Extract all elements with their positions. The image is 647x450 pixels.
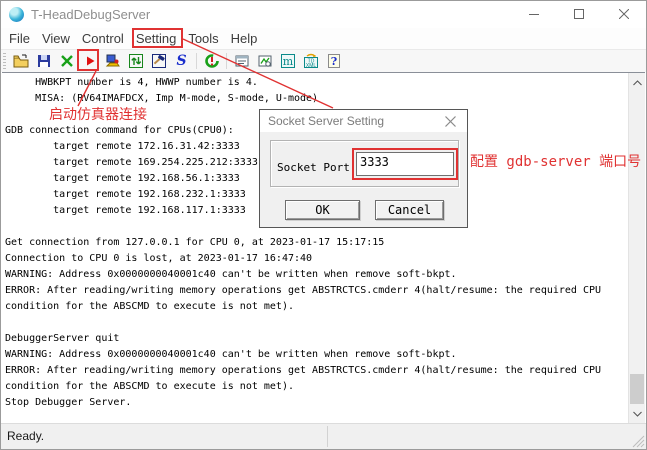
scroll-down-button[interactable] [629, 405, 646, 422]
chevron-up-icon [633, 80, 642, 86]
log-line: Get connection from 127.0.0.1 for CPU 0,… [5, 235, 627, 251]
step-button[interactable]: S [170, 51, 193, 72]
menu-file[interactable]: File [3, 28, 36, 49]
connect-icon [105, 53, 121, 69]
app-icon [9, 7, 24, 22]
vertical-scrollbar[interactable] [628, 73, 645, 423]
socket-server-setting-dialog: Socket Server Setting Socket Port: 3333 … [259, 109, 468, 228]
properties-button[interactable] [230, 51, 253, 72]
menu-tools[interactable]: Tools [182, 28, 224, 49]
maximize-icon [574, 9, 584, 19]
close-icon [445, 116, 456, 127]
resize-grip[interactable] [632, 435, 645, 448]
log-line [5, 315, 627, 331]
window-title: T-HeadDebugServer [31, 7, 150, 22]
memory-button[interactable]: m [276, 51, 299, 72]
open-button[interactable] [9, 51, 32, 72]
stop-button[interactable] [55, 51, 78, 72]
log-line: WARNING: Address 0x0000000040001c40 can'… [5, 267, 627, 283]
log-line: condition for the ABSCMD to execute is n… [5, 299, 627, 315]
menu-control[interactable]: Control [76, 28, 130, 49]
log-line: ERROR: After reading/writing memory oper… [5, 283, 627, 299]
help-button[interactable]: ? [322, 51, 345, 72]
log-line: condition for the ABSCMD to execute is n… [5, 379, 627, 395]
debug-circle-icon [204, 53, 220, 69]
log-line: DebuggerServer quit [5, 331, 627, 347]
stop-x-icon [60, 54, 74, 68]
hammer-icon [151, 53, 167, 69]
open-folder-icon [13, 53, 29, 69]
svg-text:?: ? [330, 55, 336, 68]
caption-buttons [511, 1, 646, 27]
log-line: MISA: (RV64IMAFDCX, Imp M-mode, S-mode, … [5, 91, 627, 107]
xml-convert-button[interactable]: TD XML [299, 51, 322, 72]
log-line: Connection to CPU 0 is lost, at 2023-01-… [5, 251, 627, 267]
toolbar-gripper[interactable] [3, 53, 6, 69]
menu-setting[interactable]: Setting [130, 28, 182, 49]
socket-port-input[interactable]: 3333 [356, 152, 454, 176]
run-button[interactable] [78, 51, 101, 72]
log-line: WARNING: Address 0x0000000040001c40 can'… [5, 347, 627, 363]
menu-bar: File View Control Setting Tools Help [1, 28, 646, 49]
debug-button[interactable] [200, 51, 223, 72]
status-text: Ready. [7, 429, 44, 443]
annotation-note-port: 配置 gdb-server 端口号 [470, 151, 641, 171]
toolbar-separator [226, 53, 227, 69]
chevron-down-icon [633, 411, 642, 417]
ok-button[interactable]: OK [285, 200, 360, 220]
scroll-up-button[interactable] [629, 74, 646, 91]
log-line: Stop Debugger Server. [5, 395, 627, 411]
run-play-icon [83, 54, 97, 68]
status-divider [327, 426, 328, 447]
dialog-title-bar: Socket Server Setting [260, 110, 467, 132]
toolbar-separator [196, 53, 197, 69]
properties-icon [234, 53, 250, 69]
log-line: ERROR: After reading/writing memory oper… [5, 363, 627, 379]
menu-view[interactable]: View [36, 28, 76, 49]
save-floppy-icon [36, 53, 52, 69]
step-s-icon: S [176, 54, 186, 68]
title-bar: T-HeadDebugServer [1, 1, 646, 28]
annotation-box-port: 3333 [352, 148, 458, 180]
toolbar: S [1, 49, 646, 72]
save-button[interactable] [32, 51, 55, 72]
chart-icon [257, 53, 273, 69]
log-line: HWBKPT number is 4, HWWP number is 4. [5, 75, 627, 91]
close-button[interactable] [601, 1, 646, 27]
minimize-button[interactable] [511, 1, 556, 27]
scrollbar-thumb[interactable] [630, 374, 644, 404]
app-window: T-HeadDebugServer File View Control Sett… [0, 0, 647, 450]
close-icon [619, 9, 629, 19]
memory-m-icon: m [280, 53, 296, 69]
socket-port-label: Socket Port: [277, 161, 356, 174]
build-button[interactable] [147, 51, 170, 72]
dialog-title: Socket Server Setting [268, 114, 384, 128]
reset-arrows-icon [128, 53, 144, 69]
cancel-button[interactable]: Cancel [375, 200, 444, 220]
reset-button[interactable] [124, 51, 147, 72]
maximize-button[interactable] [556, 1, 601, 27]
svg-text:m: m [282, 55, 293, 68]
help-icon: ? [326, 53, 342, 69]
watch-button[interactable] [253, 51, 276, 72]
svg-text:XML: XML [305, 63, 316, 69]
connect-button[interactable] [101, 51, 124, 72]
minimize-icon [529, 9, 539, 19]
xml-icon: TD XML [303, 53, 319, 69]
menu-help[interactable]: Help [225, 28, 264, 49]
status-bar: Ready. [1, 423, 646, 449]
dialog-close-button[interactable] [438, 113, 462, 129]
